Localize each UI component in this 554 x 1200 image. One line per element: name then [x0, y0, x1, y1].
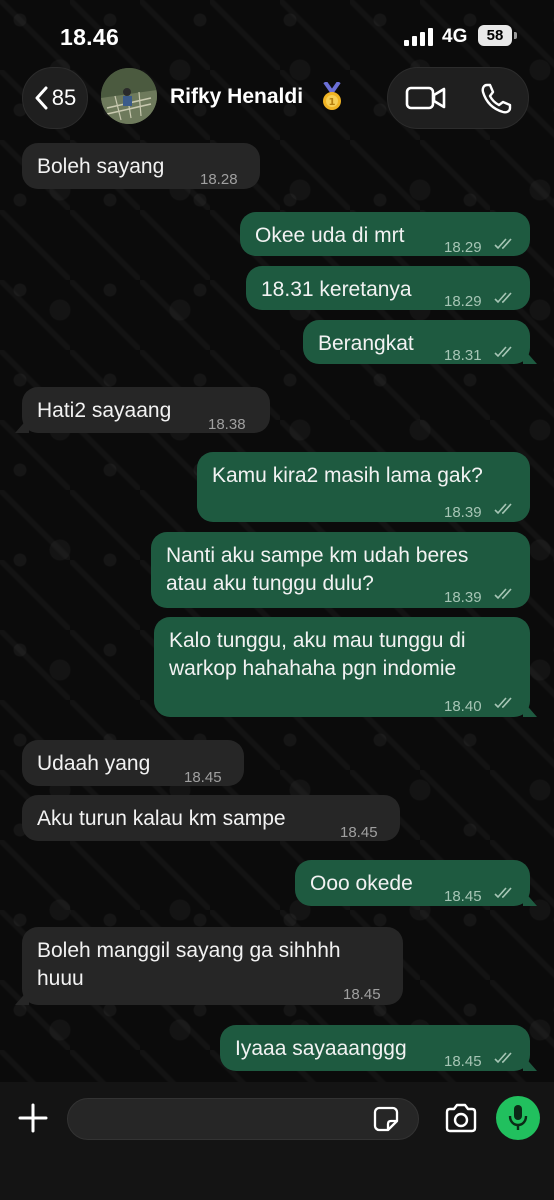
- chevron-left-icon: [35, 86, 48, 110]
- camera-icon[interactable]: [444, 1103, 478, 1133]
- message-line: huuu: [37, 967, 84, 990]
- message-time: 18.45: [343, 986, 381, 1003]
- composer-bar: [0, 1082, 554, 1200]
- microphone-icon: [508, 1105, 528, 1130]
- message-text: Berangkat: [318, 330, 414, 358]
- message-line: Boleh manggil sayang ga sihhhh: [37, 939, 341, 962]
- message-input[interactable]: [67, 1098, 419, 1140]
- message-time: 18.29: [444, 293, 482, 310]
- signal-icon: [404, 28, 433, 46]
- read-receipt-icon: [494, 292, 512, 304]
- message-text: Hati2 sayaang: [37, 397, 171, 425]
- incoming-message[interactable]: Boleh sayang 18.28: [22, 143, 260, 189]
- outgoing-message[interactable]: Iyaaa sayaaanggg 18.45: [220, 1025, 537, 1071]
- message-time: 18.39: [444, 504, 482, 521]
- message-line: Aku turun kalau km sampe: [37, 807, 286, 830]
- contact-name[interactable]: Rifky Henaldi: [170, 85, 303, 109]
- status-time: 18.46: [60, 24, 120, 50]
- message-time: 18.28: [200, 171, 238, 188]
- outgoing-message[interactable]: 18.31 keretanya 18.29: [246, 266, 530, 310]
- message-text: 18.31 keretanya: [261, 276, 412, 304]
- incoming-message[interactable]: Boleh manggil sayang ga sihhhh huuu 18.45: [15, 927, 403, 1005]
- message-text: Okee uda di mrt: [255, 222, 404, 250]
- sticker-icon[interactable]: [373, 1106, 399, 1132]
- unread-count: 85: [51, 85, 77, 110]
- message-text: Kamu kira2 masih lama gak?: [212, 462, 483, 490]
- message-line: warkop hahahaha pgn indomie: [169, 657, 457, 680]
- battery-icon: 58: [478, 25, 517, 46]
- network-label: 4G: [442, 26, 468, 47]
- outgoing-message[interactable]: Nanti aku sampe km udah beres atau aku tu…: [151, 532, 530, 608]
- read-receipt-icon: [494, 238, 512, 250]
- read-receipt-icon: [494, 887, 512, 899]
- message-time: 18.40: [444, 698, 482, 715]
- outgoing-message[interactable]: Okee uda di mrt 18.29: [240, 212, 530, 256]
- message-line: atau aku tunggu dulu?: [166, 572, 374, 595]
- message-text: Ooo okede: [310, 870, 413, 898]
- microphone-button[interactable]: [496, 1096, 540, 1140]
- message-line: Ooo okede: [310, 872, 413, 895]
- read-receipt-icon: [494, 588, 512, 600]
- video-call-icon[interactable]: [404, 82, 448, 114]
- phone-icon[interactable]: [478, 81, 514, 117]
- message-line: Berangkat: [318, 332, 414, 355]
- incoming-message[interactable]: Hati2 sayaang 18.38: [15, 387, 270, 433]
- message-time: 18.29: [444, 239, 482, 256]
- read-receipt-icon: [494, 346, 512, 358]
- read-receipt-icon: [494, 1052, 512, 1064]
- avatar-photo: [101, 68, 157, 124]
- outgoing-message[interactable]: Kalo tunggu, aku mau tunggu di warkop hah…: [154, 617, 537, 717]
- message-text: Nanti aku sampe km udah beres atau aku tu…: [166, 542, 468, 598]
- plus-icon[interactable]: [18, 1103, 48, 1133]
- message-line: Boleh sayang: [37, 155, 165, 178]
- back-button[interactable]: 85: [22, 67, 88, 129]
- incoming-message[interactable]: Udaah yang 18.45: [22, 740, 244, 786]
- outgoing-message[interactable]: Kamu kira2 masih lama gak? 18.39: [197, 452, 530, 522]
- message-text: Aku turun kalau km sampe: [37, 805, 286, 833]
- avatar[interactable]: [101, 68, 157, 124]
- message-line: Kalo tunggu, aku mau tunggu di: [169, 629, 466, 652]
- message-line: Hati2 sayaang: [37, 399, 172, 422]
- message-time: 18.38: [208, 416, 246, 433]
- message-line: Udaah yang: [37, 752, 151, 775]
- message-text: Kalo tunggu, aku mau tunggu di warkop hah…: [169, 627, 466, 683]
- message-text: Boleh sayang: [37, 153, 164, 181]
- call-buttons: [387, 67, 529, 129]
- message-line: 18.31 keretanya: [261, 278, 412, 301]
- message-text: Boleh manggil sayang ga sihhhh huuu: [37, 937, 341, 993]
- status-bar: 18.46 4G 58: [0, 0, 554, 68]
- read-receipt-icon: [494, 697, 512, 709]
- message-time: 18.45: [444, 888, 482, 905]
- message-line: Nanti aku sampe km udah beres: [166, 544, 469, 567]
- message-line: Kamu kira2 masih lama gak?: [212, 464, 483, 487]
- svg-text:1: 1: [329, 97, 336, 108]
- medal-icon: 1: [323, 82, 341, 110]
- incoming-message[interactable]: Aku turun kalau km sampe 18.45: [22, 795, 400, 841]
- message-time: 18.31: [444, 347, 482, 364]
- message-line: Iyaaa sayaaanggg: [235, 1037, 407, 1060]
- message-time: 18.45: [340, 824, 378, 841]
- read-receipt-icon: [494, 503, 512, 515]
- message-time: 18.45: [444, 1053, 482, 1070]
- message-time: 18.45: [184, 769, 222, 786]
- message-text: Udaah yang: [37, 750, 150, 778]
- outgoing-message[interactable]: Berangkat 18.31: [303, 320, 537, 364]
- message-time: 18.39: [444, 589, 482, 606]
- message-text: Iyaaa sayaaanggg: [235, 1035, 407, 1063]
- message-line: Okee uda di mrt: [255, 224, 405, 247]
- chat-header: 85 Rifky Henaldi 1: [0, 64, 554, 142]
- outgoing-message[interactable]: Ooo okede 18.45: [295, 860, 537, 906]
